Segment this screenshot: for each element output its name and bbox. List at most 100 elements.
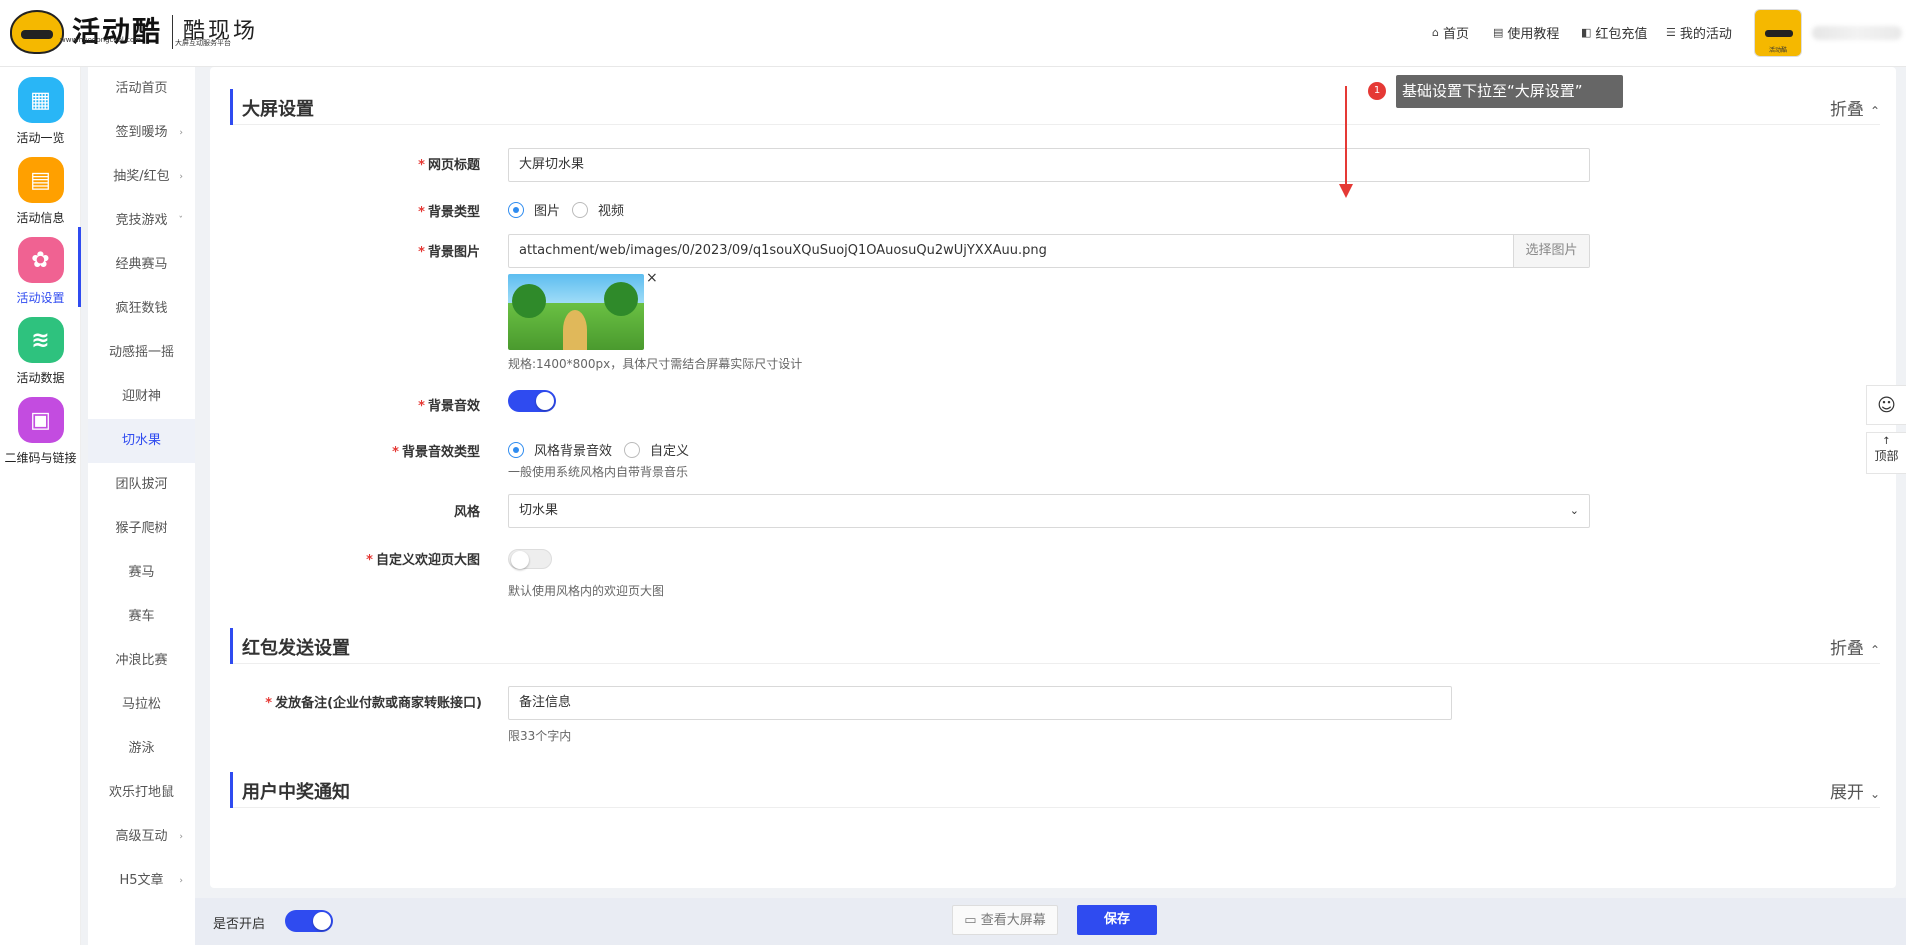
avatar-caption: 活动酷 [1768, 47, 1787, 54]
chevron-down-icon: ⌄ [1869, 787, 1880, 801]
logo-url: www.huodongcool.com [60, 36, 142, 44]
style-select[interactable]: 切水果 ⌄ [508, 494, 1590, 528]
style-selected-value: 切水果 [519, 503, 559, 518]
nav-recharge[interactable]: ◧ 红包充值 [1581, 23, 1647, 42]
active-indicator [78, 227, 81, 307]
welcome-image-toggle[interactable] [508, 549, 552, 569]
document-icon: ▤ [17, 157, 64, 203]
radio-label: 风格背景音效 [534, 444, 613, 459]
nav-home[interactable]: ⌂ 首页 [1432, 23, 1469, 42]
subnav-item[interactable]: H5文章 › [88, 859, 195, 903]
username-blurred[interactable] [1812, 26, 1902, 40]
required-mark: * [418, 399, 425, 414]
subnav-item[interactable]: 冲浪比赛 [88, 639, 195, 683]
subnav-label: 高级互动 [115, 829, 168, 844]
preview-screen-button[interactable]: ▭ 查看大屏幕 [952, 905, 1058, 935]
subnav-item[interactable]: 马拉松 [88, 683, 195, 727]
chevron-up-icon: ⌃ [1869, 643, 1880, 657]
settings-panel: 大屏设置 折叠 ⌃ * 网页标题 大屏切水果 * 背景类型 图片 视频 * 背景图片 a… [210, 67, 1896, 888]
toggle-label: 展开 [1829, 783, 1864, 803]
expand-toggle[interactable]: 展开 ⌄ [1830, 778, 1880, 803]
radio-checked-icon [508, 441, 524, 458]
subnav-label: H5文章 [119, 873, 164, 888]
radio-unchecked-icon [624, 441, 640, 458]
subnav-item[interactable]: 竞技游戏 ˇ [88, 199, 195, 243]
avatar[interactable]: 活动酷 [1754, 9, 1802, 57]
subnav-item[interactable]: 迎财神 [88, 375, 195, 419]
remove-image-icon[interactable]: × [646, 270, 658, 286]
radio-style-sound[interactable]: 风格背景音效 [508, 440, 612, 459]
back-to-top-label: 顶部 [1874, 449, 1899, 463]
field-label-text: 发放备注(企业付款或商家转账接口) [275, 696, 482, 711]
nav-tutorial[interactable]: ▤ 使用教程 [1493, 23, 1559, 42]
subnav-item[interactable]: 游泳 [88, 727, 195, 771]
required-mark: * [366, 553, 373, 568]
sidebar-item-qrcode[interactable]: ▣ 二维码与链接 [0, 387, 81, 467]
grid-icon: ▦ [17, 77, 64, 123]
sidebar-item-label: 活动一览 [16, 131, 65, 145]
bg-sound-type-label: * 背景音效类型 [210, 441, 480, 460]
chevron-right-icon: › [179, 876, 183, 886]
sidebar-item-label: 活动数据 [16, 371, 65, 385]
qq-contact-button[interactable]: ☺ [1866, 385, 1906, 425]
primary-sidebar: ▦ 活动一览 ▤ 活动信息 ✿ 活动设置 ≋ 活动数据 ▣ 二维码与链接 [0, 67, 81, 945]
subnav-label: 疯狂数钱 [115, 301, 168, 316]
subnav-label: 活动首页 [115, 81, 168, 96]
chevron-right-icon: › [179, 128, 183, 138]
bottom-action-bar: 是否开启 ▭ 查看大屏幕 保存 [195, 898, 1906, 945]
radio-checked-icon [508, 201, 524, 218]
nav-my-activities[interactable]: ☰ 我的活动 [1666, 23, 1732, 42]
subnav-item[interactable]: 赛车 [88, 595, 195, 639]
collapse-toggle[interactable]: 折叠 ⌃ [1830, 634, 1880, 659]
subnav-item[interactable]: 活动首页 [88, 67, 195, 111]
sidebar-item-data[interactable]: ≋ 活动数据 [0, 307, 81, 387]
radio-label: 图片 [534, 204, 561, 219]
page-title-input[interactable]: 大屏切水果 [508, 148, 1590, 182]
subnav-item[interactable]: 欢乐打地鼠 [88, 771, 195, 815]
sidebar-item-overview[interactable]: ▦ 活动一览 [0, 67, 81, 147]
bg-image-path-input[interactable]: attachment/web/images/0/2023/09/q1souXQu… [508, 234, 1590, 268]
subnav-item[interactable]: 签到暖场 › [88, 111, 195, 155]
toggle-label: 折叠 [1829, 100, 1864, 120]
subnav-label: 马拉松 [121, 697, 161, 712]
monitor-icon: ▭ [964, 913, 977, 928]
bg-sound-type-hint: 一般使用系统风格内自带背景音乐 [508, 465, 689, 479]
subnav-item[interactable]: 猴子爬树 [88, 507, 195, 551]
subnav-item[interactable]: 疯狂数钱 [88, 287, 195, 331]
subnav-item[interactable]: 团队拔河 [88, 463, 195, 507]
save-button[interactable]: 保存 [1077, 905, 1157, 935]
radio-unchecked-icon [572, 201, 588, 218]
subnav-item-active[interactable]: 切水果 [88, 419, 195, 463]
tree-shape [512, 284, 546, 318]
section-accent-bar [230, 628, 233, 664]
enable-toggle[interactable] [285, 910, 333, 932]
enable-label: 是否开启 [213, 917, 266, 932]
required-mark: * [418, 158, 425, 173]
subnav-item[interactable]: 赛马 [88, 551, 195, 595]
section-title: 用户中奖通知 [242, 782, 350, 803]
radio-bg-image[interactable]: 图片 [508, 200, 560, 219]
subnav-label: 竞技游戏 [115, 213, 168, 228]
remark-input[interactable]: 备注信息 [508, 686, 1452, 720]
style-label: 风格 [210, 501, 480, 520]
page-title-label: * 网页标题 [210, 154, 480, 173]
subnav-item[interactable]: 高级互动 › [88, 815, 195, 859]
sidebar-item-info[interactable]: ▤ 活动信息 [0, 147, 81, 227]
choose-image-button[interactable]: 选择图片 [1513, 235, 1589, 267]
chevron-right-icon: › [179, 172, 183, 182]
bg-image-path: attachment/web/images/0/2023/09/q1souXQu… [519, 243, 1047, 258]
radio-custom-sound[interactable]: 自定义 [624, 440, 689, 459]
subnav-item[interactable]: 抽奖/红包 › [88, 155, 195, 199]
subnav-label: 经典赛马 [115, 257, 168, 272]
collapse-toggle[interactable]: 折叠 ⌃ [1830, 95, 1880, 120]
logo-tagline: 大屏互动服务平台 [175, 39, 231, 47]
chevron-up-icon: ⌃ [1869, 104, 1880, 118]
subnav-item[interactable]: 经典赛马 [88, 243, 195, 287]
radio-bg-video[interactable]: 视频 [572, 200, 624, 219]
sidebar-item-settings[interactable]: ✿ 活动设置 [0, 227, 81, 307]
subnav-item[interactable]: 动感摇一摇 [88, 331, 195, 375]
cat-mascot-icon [10, 10, 64, 54]
back-to-top-button[interactable]: ↑ 顶部 [1866, 432, 1906, 474]
bg-sound-toggle[interactable] [508, 390, 556, 412]
bg-image-thumbnail[interactable] [508, 274, 644, 350]
